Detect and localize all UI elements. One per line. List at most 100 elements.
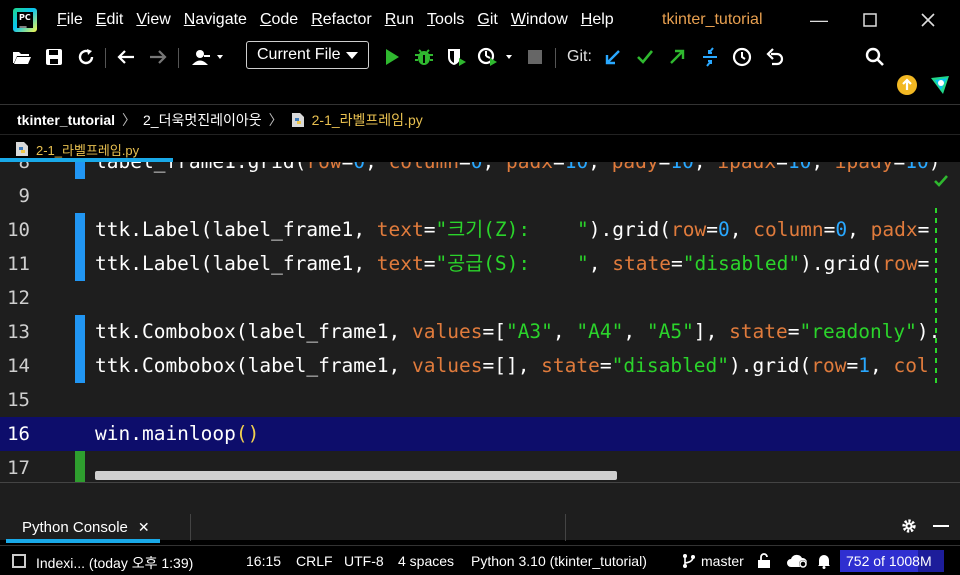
secondary-toolbar [0,74,960,104]
line-separator[interactable]: CRLF [296,553,333,569]
tab-python-console[interactable]: Python Console ✕ [6,514,160,541]
pycharm-logo-icon: PC — [13,8,37,32]
git-merge-icon[interactable] [699,47,721,67]
menu-navigate[interactable]: Navigate [184,11,247,29]
modified-line-marker [75,315,85,383]
git-update-icon[interactable] [603,47,623,67]
stop-icon[interactable] [526,47,544,67]
menu-refactor[interactable]: Refactor [311,11,371,29]
run-config-label: Current File [257,46,341,63]
forward-arrow-icon[interactable] [148,47,168,67]
sync-icon[interactable] [76,47,96,67]
line-number: 8 [18,162,30,173]
python-file-icon [14,141,30,157]
menu-code[interactable]: Code [260,11,298,29]
gear-icon[interactable] [900,517,918,540]
indexing-status[interactable]: Indexi... (today 오후 1:39) [36,553,193,573]
active-console-indicator [6,539,160,543]
maximize-icon[interactable] [858,8,882,32]
breadcrumb-project[interactable]: tkinter_tutorial [17,112,115,128]
indent-setting[interactable]: 4 spaces [398,553,454,569]
menu-git[interactable]: Git [477,11,497,29]
code-line[interactable]: 11 ttk.Label(label_frame1, text="공급(S): "… [0,247,960,281]
menu-file[interactable]: File [57,11,83,29]
code-line[interactable]: 8 label_frame1.grid(row=0, column=0, padx… [0,162,960,179]
inspection-ok-icon[interactable] [933,174,949,193]
code-line[interactable]: 9 [0,179,960,213]
back-arrow-icon[interactable] [116,47,136,67]
code-line[interactable]: 16 win.mainloop() [0,417,960,451]
cursor-position[interactable]: 16:15 [246,553,281,569]
git-label: Git: [567,48,592,65]
rollback-icon[interactable] [764,47,786,67]
search-icon[interactable] [864,47,886,67]
breadcrumb-file[interactable]: 2-1_라벨프레임.py [312,110,423,130]
file-encoding[interactable]: UTF-8 [344,553,384,569]
memory-label: 752 of 1008M [846,553,932,569]
line-number: 16 [7,423,30,445]
line-number: 11 [7,253,30,275]
bottom-panel: Python Console ✕ [0,482,960,541]
minimize-icon[interactable]: — [807,8,831,32]
code-with-me-icon[interactable] [929,74,951,96]
menu-run[interactable]: Run [385,11,414,29]
code-line[interactable]: 13 ttk.Combobox(label_frame1, values=["A3… [0,315,960,349]
run-config-dropdown[interactable]: Current File [246,41,369,69]
line-number: 12 [7,287,30,309]
git-push-icon[interactable] [667,47,687,67]
profile-icon[interactable] [476,47,518,67]
main-toolbar: Current File Git: [0,40,960,74]
code-line[interactable]: 15 [0,383,960,417]
line-number: 10 [7,219,30,241]
cloud-sync-icon[interactable] [786,553,808,572]
title-bar: PC — File Edit View Navigate Code Refactor Run T… [0,0,960,40]
panel-divider [565,514,566,541]
code-text: ttk.Combobox(label_frame1, values=[], st… [95,354,929,377]
code-line[interactable]: 14 ttk.Combobox(label_frame1, values=[], … [0,349,960,383]
right-margin-guide [935,208,937,388]
breadcrumb-folder[interactable]: 2_더욱멋진레이아웃 [143,110,262,130]
line-number: 17 [7,457,30,479]
git-branch-icon [682,553,696,572]
code-line[interactable]: 10 ttk.Label(label_frame1, text="크기(Z): "… [0,213,960,247]
run-icon[interactable] [382,47,402,67]
user-icon[interactable] [189,47,227,67]
chevron-down-icon [346,52,358,59]
code-text: label_frame1.grid(row=0, column=0, padx=… [95,162,940,179]
modified-line-marker [75,162,85,179]
menu-view[interactable]: View [136,11,170,29]
save-icon[interactable] [44,47,64,67]
lock-icon[interactable] [757,553,771,572]
chevron-right-icon: 〉 [122,111,137,128]
minimize-panel-icon[interactable] [933,525,949,527]
panel-toggle-icon[interactable] [12,554,26,568]
debug-icon[interactable] [413,47,435,67]
code-editor[interactable]: 8 label_frame1.grid(row=0, column=0, padx… [0,162,960,482]
code-text: ttk.Label(label_frame1, text="크기(Z): ").… [95,218,930,241]
open-folder-icon[interactable] [11,47,33,67]
close-icon[interactable]: ✕ [138,519,150,536]
coverage-icon[interactable] [445,47,467,67]
horizontal-scrollbar[interactable] [95,471,617,480]
code-text: ttk.Label(label_frame1, text="공급(S): ", … [95,252,930,275]
close-window-icon[interactable] [916,8,940,32]
git-branch[interactable]: master [701,553,744,569]
menu-window[interactable]: Window [511,11,568,29]
menu-tools[interactable]: Tools [427,11,464,29]
memory-indicator[interactable]: 752 of 1008M [840,550,944,572]
menu-edit[interactable]: Edit [96,11,124,29]
notifications-icon[interactable] [817,553,831,572]
console-tab-label: Python Console [22,519,128,536]
git-commit-icon[interactable] [635,47,655,67]
panel-divider [190,514,191,541]
tab-label: 2-1_라벨프레임.py [36,142,140,158]
window-title: tkinter_tutorial [662,11,763,28]
breadcrumb: tkinter_tutorial 〉 2_더욱멋진레이아웃 〉 2-1_라벨프레… [0,104,960,134]
menu-help[interactable]: Help [581,11,614,29]
code-line[interactable]: 12 [0,281,960,315]
update-available-icon[interactable] [897,75,917,95]
python-interpreter[interactable]: Python 3.10 (tkinter_tutorial) [471,553,647,569]
line-number: 13 [7,321,30,343]
history-icon[interactable] [731,47,753,67]
line-number: 14 [7,355,30,377]
